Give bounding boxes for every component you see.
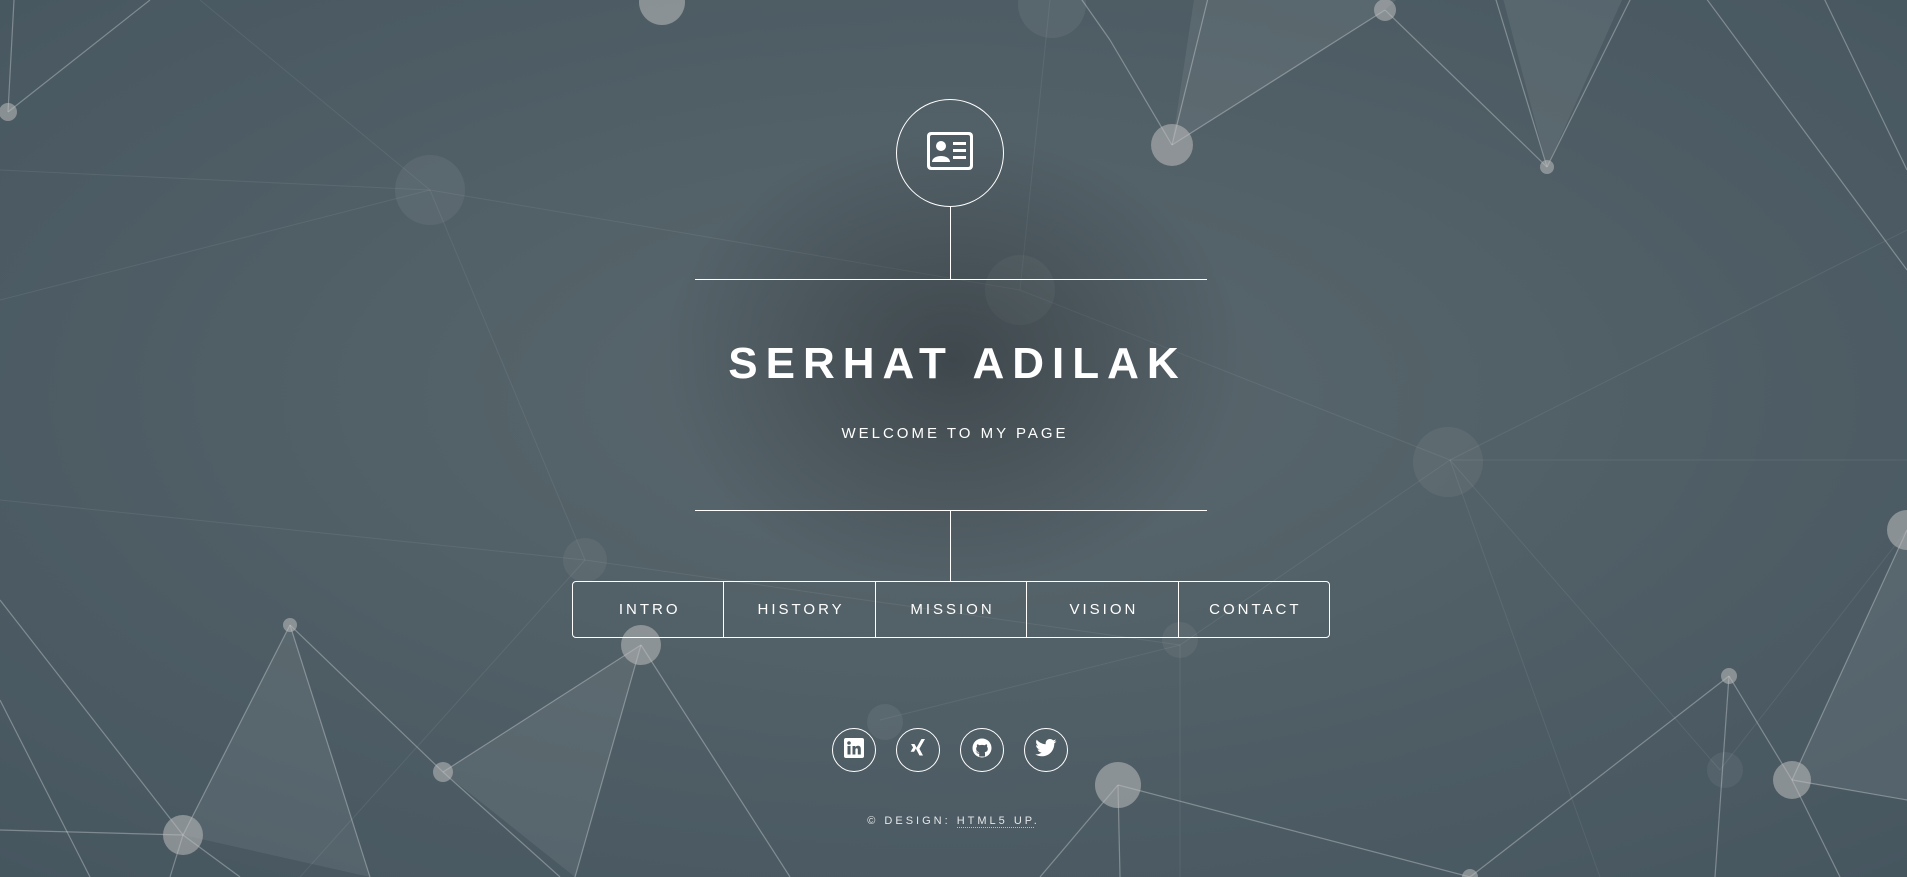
nav-item-mission[interactable]: MISSION bbox=[874, 582, 1026, 637]
main-wrapper: SERHAT ADILAK WELCOME TO MY PAGE INTRO H… bbox=[0, 0, 1907, 877]
main-nav: INTRO HISTORY MISSION VISION CONTACT bbox=[572, 581, 1330, 638]
logo bbox=[896, 99, 1004, 207]
footer-suffix: . bbox=[1033, 815, 1040, 827]
nav-item-contact[interactable]: CONTACT bbox=[1177, 582, 1329, 637]
page-title: SERHAT ADILAK bbox=[728, 339, 1187, 388]
xing-link[interactable] bbox=[896, 728, 940, 772]
linkedin-icon bbox=[844, 737, 864, 763]
github-icon bbox=[972, 738, 992, 763]
connector-line-top bbox=[950, 207, 951, 279]
nav-item-intro[interactable]: INTRO bbox=[573, 582, 723, 637]
nav-item-history[interactable]: HISTORY bbox=[723, 582, 874, 637]
id-card-icon bbox=[927, 131, 973, 175]
xing-icon bbox=[909, 738, 927, 763]
connector-line-bottom bbox=[950, 510, 951, 581]
nav-item-vision[interactable]: VISION bbox=[1026, 582, 1177, 637]
footer-prefix: © DESIGN: bbox=[867, 815, 957, 827]
divider-top bbox=[695, 279, 1207, 280]
social-links bbox=[832, 728, 1068, 772]
linkedin-link[interactable] bbox=[832, 728, 876, 772]
twitter-link[interactable] bbox=[1024, 728, 1068, 772]
page-subtitle: WELCOME TO MY PAGE bbox=[841, 425, 1069, 442]
divider-bottom bbox=[695, 510, 1207, 511]
github-link[interactable] bbox=[960, 728, 1004, 772]
footer: © DESIGN: HTML5 UP. bbox=[0, 815, 1907, 828]
twitter-icon bbox=[1035, 738, 1057, 762]
footer-link[interactable]: HTML5 UP bbox=[956, 815, 1034, 828]
